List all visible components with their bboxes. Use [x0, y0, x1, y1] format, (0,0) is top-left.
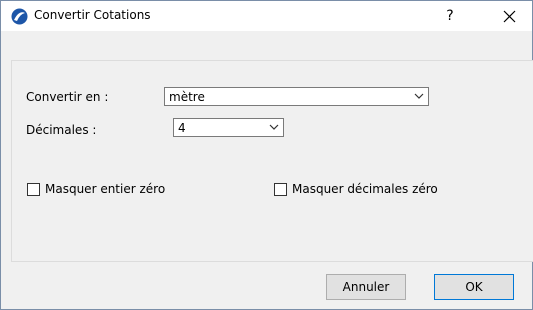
hide-zero-decimals-checkbox[interactable] — [274, 182, 287, 196]
hide-zero-decimals-option[interactable]: Masquer décimales zéro — [274, 182, 438, 196]
decimals-select[interactable]: 4 — [173, 118, 284, 137]
decimals-value: 4 — [178, 121, 186, 135]
convert-unit-select[interactable]: mètre — [164, 87, 429, 106]
cancel-button[interactable]: Annuler — [326, 274, 406, 300]
ok-button[interactable]: OK — [434, 274, 514, 300]
hide-zero-decimals-label: Masquer décimales zéro — [292, 182, 438, 196]
hide-zero-integer-checkbox[interactable] — [27, 182, 40, 196]
chevron-down-icon — [269, 124, 279, 130]
chevron-down-icon — [414, 93, 424, 99]
hide-zero-integer-option[interactable]: Masquer entier zéro — [27, 182, 165, 196]
decimals-label: Décimales : — [26, 123, 97, 137]
help-button[interactable]: ? — [434, 1, 466, 31]
hide-zero-integer-label: Masquer entier zéro — [45, 182, 166, 196]
window-title: Convertir Cotations — [34, 8, 151, 22]
close-icon — [503, 10, 515, 22]
settings-panel: Convertir en : mètre Décimales : 4 Masqu… — [11, 60, 533, 262]
close-button[interactable] — [491, 1, 527, 31]
app-icon — [11, 8, 28, 25]
convert-label: Convertir en : — [26, 90, 109, 104]
dialog-window: Convertir Cotations ? Convertir en : mèt… — [0, 0, 533, 310]
convert-unit-value: mètre — [169, 90, 205, 104]
title-bar[interactable]: Convertir Cotations ? — [1, 1, 532, 31]
